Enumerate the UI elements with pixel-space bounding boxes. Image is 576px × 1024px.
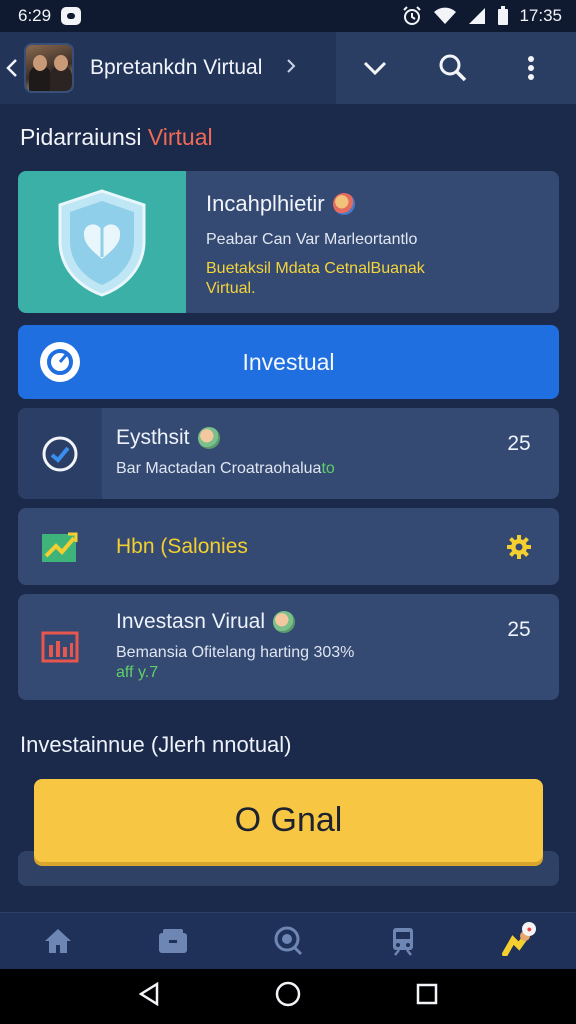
wallet-icon[interactable] [143, 916, 203, 966]
back-arrow-icon[interactable] [2, 53, 22, 83]
emoji-icon [332, 193, 355, 215]
bar-chart-icon [18, 594, 102, 700]
list-item-subtitle-text: Bar Mactadan Croatraohalua [116, 460, 322, 477]
page-title: Bpretankdn Virtual [90, 56, 263, 79]
investual-button-label: Investual [242, 348, 335, 375]
battery-icon [498, 6, 509, 25]
status-time: 6:29 [18, 6, 52, 25]
invest-heading: Investainnue (Jlerh nnotual) [20, 732, 292, 757]
list-item-title-text: Investasn Virual [116, 610, 266, 633]
status-clock: 17:35 [519, 6, 562, 25]
list-item-count: 25 [507, 432, 531, 455]
list-item-count: 25 [507, 618, 531, 641]
chevron-right-icon[interactable] [286, 58, 296, 79]
home-icon[interactable] [28, 916, 88, 966]
investual-button[interactable]: Investual [18, 325, 559, 399]
app-header: Bpretankdn Virtual [0, 32, 576, 104]
hero-highlight-line1: Buetaksil Mdata CetnalBuanak [206, 260, 425, 277]
list-item-subtitle: Bar Mactadan Croatraohaluato [116, 460, 479, 478]
signal-icon [469, 8, 486, 24]
check-circle-icon [18, 408, 102, 499]
goal-button[interactable]: O Gnal [34, 779, 543, 862]
compass-icon [40, 342, 80, 382]
hero-subtitle: Peabar Can Var Marleortantlo [206, 231, 418, 248]
list-item-title: Hbn (Salonies [116, 534, 248, 558]
alarm-icon [403, 6, 422, 25]
hero-card[interactable]: Incahplhietir Peabar Can Var Marleortant… [18, 171, 559, 313]
more-vert-icon[interactable] [509, 46, 553, 90]
hero-title-text: Incahplhietir [206, 191, 325, 216]
list-item-subtitle: Bemansia Ofitelang harting 303% [116, 644, 355, 661]
list-item[interactable]: Eysthsit Bar Mactadan Croatraohaluato 25 [18, 408, 559, 499]
list-item[interactable]: Investasn Virual Bemansia Ofitelang hart… [18, 594, 559, 700]
emoji-icon [197, 427, 220, 449]
chevron-down-icon[interactable] [353, 46, 397, 90]
notification-icon [61, 7, 82, 25]
avatar[interactable] [24, 43, 74, 93]
back-nav-icon[interactable] [138, 981, 160, 1011]
search-badge-icon[interactable] [258, 916, 318, 966]
emoji-icon [273, 611, 296, 633]
list-item-title-text: Eysthsit [116, 426, 190, 449]
system-nav [0, 969, 576, 1024]
list-item[interactable]: Hbn (Salonies [18, 508, 559, 585]
train-icon[interactable] [373, 916, 433, 966]
hero-highlight: Buetaksil Mdata CetnalBuanak Virtual. [206, 259, 425, 299]
shield-heart-icon [18, 171, 186, 313]
section-title-prefix: Pidarraiunsi [20, 124, 148, 150]
wifi-icon [434, 7, 457, 24]
recents-nav-icon[interactable] [416, 983, 438, 1010]
status-bar: 6:29 17:35 [0, 0, 576, 32]
list-item-subtitle-secondary: aff y.7 [116, 664, 159, 681]
home-nav-icon[interactable] [275, 981, 301, 1012]
list-item-title: Eysthsit [116, 426, 479, 450]
search-icon[interactable] [431, 46, 475, 90]
section-title-accent: Virtual [147, 124, 213, 150]
list-item-subtitle-green: to [321, 460, 335, 477]
list-item-title: Investasn Virual [116, 610, 479, 634]
trend-chart-icon [18, 508, 102, 585]
hero-title: Incahplhietir [206, 191, 425, 217]
bottom-nav: ● [0, 912, 576, 969]
gear-icon[interactable] [479, 534, 559, 560]
profile-icon[interactable]: ● [488, 916, 548, 966]
hero-highlight-line2: Virtual. [206, 280, 256, 297]
header-profile[interactable]: Bpretankdn Virtual [0, 32, 336, 104]
section-title: Pidarraiunsi Virtual [20, 124, 213, 151]
